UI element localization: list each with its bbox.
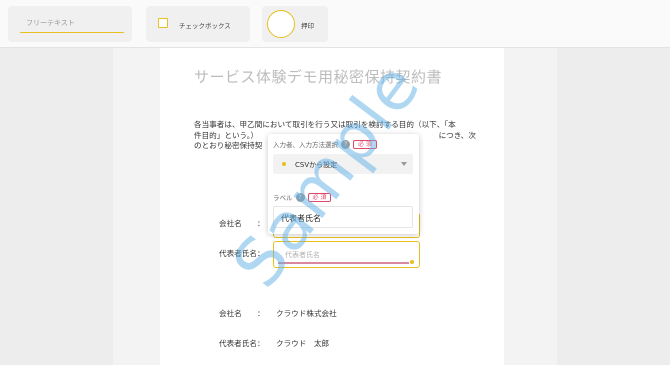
rep-name-field-active[interactable]: 代表者氏名 xyxy=(273,241,420,268)
seal-circle-icon xyxy=(267,10,295,38)
body-line-2-tail: につき、次 xyxy=(438,130,476,140)
checkbox-icon xyxy=(158,18,168,28)
input-method-select[interactable]: CSVから設定 xyxy=(273,154,413,174)
checkbox-tool[interactable]: チェックボックス xyxy=(146,6,250,42)
field-toolbar: フリーテキスト チェックボックス 押印 xyxy=(0,0,670,48)
input-method-header: 入力者、入力方法選択 ? 必 須 xyxy=(273,139,377,149)
company-label-2: 会社名 ： xyxy=(219,309,265,318)
label-header: ラベル ? 必 須 xyxy=(273,192,332,202)
checkbox-tool-label: チェックボックス xyxy=(179,22,231,30)
body-line-2: 件目的」という。） xyxy=(194,130,259,140)
field-underline xyxy=(278,262,409,264)
required-badge: 必 須 xyxy=(353,139,377,149)
status-dot-icon xyxy=(282,162,286,166)
body-line-1: 各当事者は、甲乙間において取引を行う又は取引を検討する目的（以下、「本 xyxy=(194,120,456,129)
label-required-badge: 必 須 xyxy=(307,192,332,202)
seal-tool-label: 押印 xyxy=(301,22,314,30)
rep-name-placeholder: 代表者氏名 xyxy=(285,251,320,259)
document-title: サービス体験デモ用秘密保持契約書 xyxy=(194,68,443,86)
free-text-tool[interactable]: フリーテキスト xyxy=(8,6,132,42)
label-title: ラベル xyxy=(273,194,293,202)
resize-handle-icon[interactable] xyxy=(410,260,414,264)
free-text-underline xyxy=(20,32,124,33)
label-input[interactable]: 代表者氏名 xyxy=(273,206,413,228)
input-method-value: CSVから設定 xyxy=(295,161,338,169)
free-text-tool-label: フリーテキスト xyxy=(26,19,75,27)
rep-name-label-1: 代表者氏名： xyxy=(219,249,265,258)
company-label-1: 会社名 ： xyxy=(219,219,265,228)
field-settings-popup: 入力者、入力方法選択 ? 必 須 CSVから設定 ラベル ? 必 須 代表者氏名 xyxy=(268,134,419,234)
seal-tool[interactable]: 押印 xyxy=(262,6,328,42)
company-value-2: クラウド株式会社 xyxy=(276,309,337,318)
help-icon[interactable]: ? xyxy=(341,139,350,149)
chevron-down-icon xyxy=(401,162,407,166)
label-help-icon[interactable]: ? xyxy=(295,192,305,202)
label-input-value: 代表者氏名 xyxy=(281,214,321,223)
rep-name-label-2: 代表者氏名： xyxy=(219,339,265,348)
rep-name-value-2: クラウド 太郎 xyxy=(276,339,330,348)
input-method-label: 入力者、入力方法選択 xyxy=(273,141,338,149)
